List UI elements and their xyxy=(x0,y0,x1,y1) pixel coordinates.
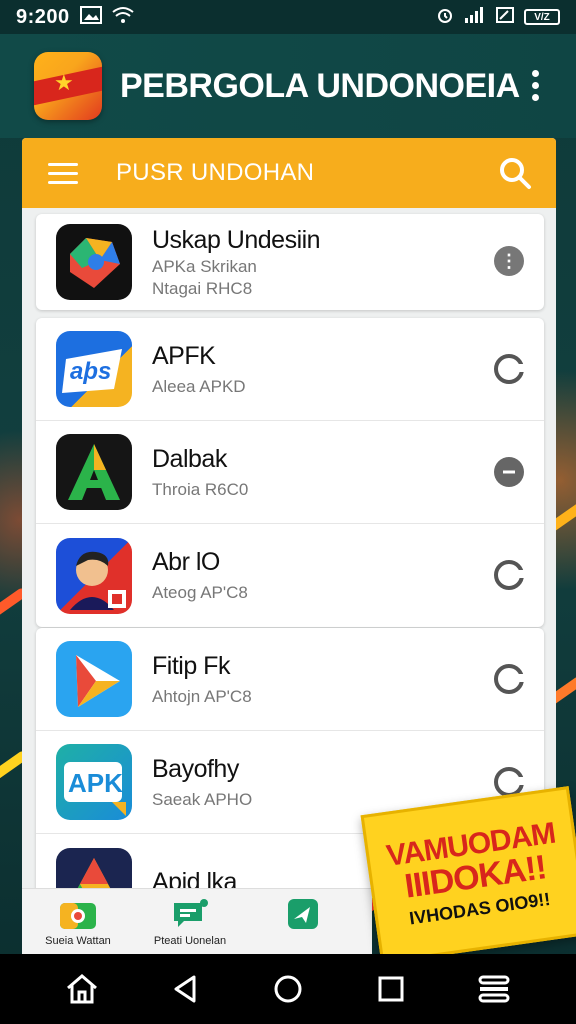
list-item[interactable]: Uskap Undesiin APKa Skrikan Ntagai RHC8 … xyxy=(36,214,544,310)
overview-icon[interactable] xyxy=(369,967,413,1011)
app-icon-play xyxy=(56,641,132,717)
search-title: PUSR UNDOHAN xyxy=(116,159,315,186)
download-icon[interactable] xyxy=(494,664,525,694)
app-subtitle: Ahtojn AP'C8 xyxy=(152,686,252,706)
app-icon-apk-badge: APK xyxy=(56,744,132,820)
gallery-icon xyxy=(79,6,102,28)
search-icon[interactable] xyxy=(498,156,532,190)
list-item[interactable]: aþs APFK Aleea APKD xyxy=(36,318,544,421)
svg-text:aþs: aþs xyxy=(70,358,111,385)
app-list-card: PUSR UNDOHAN Uskap Undesiin APKa Skrikan… xyxy=(22,138,556,898)
list-item[interactable]: Fitip Fk Ahtojn AP'C8 xyxy=(36,628,544,731)
app-subtitle: Ateog AP'C8 xyxy=(152,583,248,602)
app-name: Bayofhy xyxy=(152,754,239,783)
search-bar: PUSR UNDOHAN xyxy=(22,138,556,208)
system-nav-bar xyxy=(0,954,576,1024)
recents-circle-icon[interactable] xyxy=(266,967,310,1011)
back-icon[interactable] xyxy=(163,967,207,1011)
app-title: PEBRGOLA UNDONOEIA xyxy=(120,66,520,105)
download-icon[interactable] xyxy=(494,560,525,590)
send-icon xyxy=(282,897,322,931)
app-name: APFK xyxy=(152,341,216,370)
app-icon-a xyxy=(56,434,132,510)
app-icon-gem xyxy=(56,224,132,300)
tab-label: Pteati Uonelan xyxy=(153,935,227,947)
battery-icon: V/Z xyxy=(524,9,560,25)
app-icon-apk: aþs xyxy=(56,331,132,407)
signal-icon xyxy=(464,7,486,27)
tab-1[interactable]: Sueia Wattan xyxy=(22,897,134,947)
app-name: Uskap Undesiin xyxy=(152,225,321,254)
more-options-icon[interactable] xyxy=(532,70,542,101)
app-subtitle: Throia R6C0 xyxy=(152,479,249,499)
alarm-icon xyxy=(436,6,454,28)
wifi-icon xyxy=(112,6,134,28)
app-logo: ★ xyxy=(34,52,102,120)
download-icon[interactable] xyxy=(494,354,525,384)
tab-label: Sueia Wattan xyxy=(45,935,111,947)
bottom-tab-bar: Sueia Wattan Pteati Uonelan xyxy=(22,888,372,954)
svg-text:APK: APK xyxy=(68,768,123,798)
tab-3[interactable] xyxy=(246,897,358,935)
app-name: Fitip Fk xyxy=(152,651,230,680)
home-icon[interactable] xyxy=(60,967,104,1011)
app-name: Dalbak xyxy=(152,444,227,473)
camera-icon xyxy=(58,897,98,931)
app-group-2: aþs APFK Aleea APKD Dalbak Throia R6C0 A… xyxy=(36,318,544,627)
chat-icon xyxy=(170,897,210,931)
app-subtitle-2: Ntagai RHC8 xyxy=(152,278,253,298)
app-subtitle: APKa Skrikan xyxy=(152,256,257,276)
list-item[interactable]: Abr lO Ateog AP'C8 xyxy=(36,524,544,627)
status-time: 9:200 xyxy=(16,5,70,28)
menu-icon[interactable] xyxy=(48,162,78,184)
sim-icon xyxy=(496,7,514,27)
app-icon-avatar xyxy=(56,537,132,614)
app-subtitle: Saeak APHO xyxy=(152,789,253,809)
installed-icon[interactable] xyxy=(494,457,524,487)
app-subtitle: Aleea APKD xyxy=(152,376,246,396)
status-bar: 9:200 V/Z xyxy=(0,0,576,34)
promo-banner[interactable]: VAMUODAM IIIDOKA!! IVHODAS OIO9!! xyxy=(360,786,576,964)
list-item[interactable]: Dalbak Throia R6C0 xyxy=(36,421,544,524)
app-group-1: Uskap Undesiin APKa Skrikan Ntagai RHC8 … xyxy=(36,214,544,310)
tab-2[interactable]: Pteati Uonelan xyxy=(134,897,246,947)
app-name: Abr lO xyxy=(152,548,220,576)
info-icon[interactable]: ⋮ xyxy=(494,246,524,276)
app-header: ★ PEBRGOLA UNDONOEIA xyxy=(0,34,576,138)
menu-lines-icon[interactable] xyxy=(472,967,516,1011)
